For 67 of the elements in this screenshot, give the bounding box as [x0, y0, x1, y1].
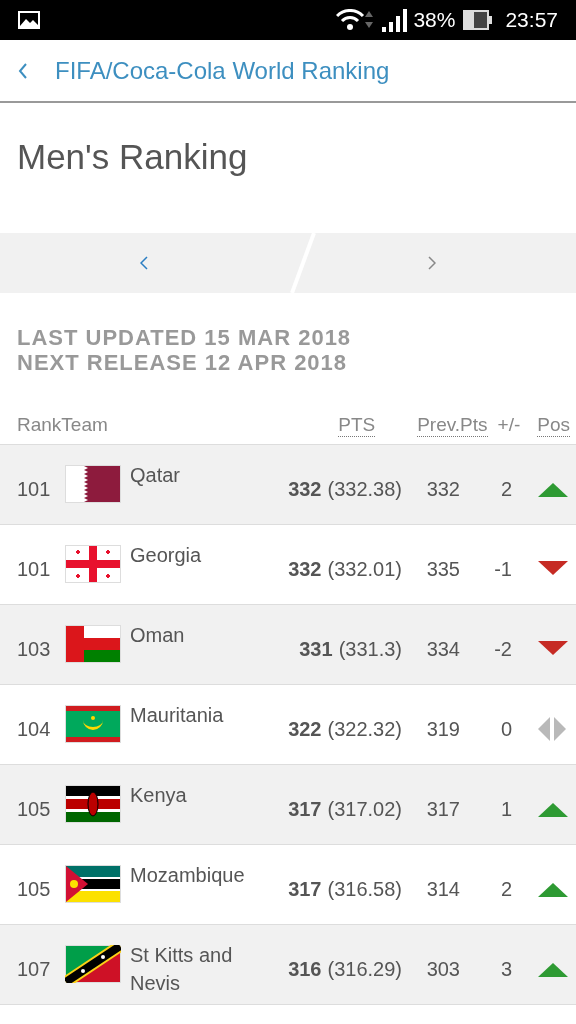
prev-points-cell-text: 319	[425, 716, 460, 742]
header-title: FIFA/Coca-Cola World Ranking	[55, 55, 390, 86]
change-cell-text: -1	[493, 556, 512, 582]
battery-percent: 38%	[413, 7, 456, 34]
next-button[interactable]	[288, 233, 576, 293]
change-cell-text: 0	[499, 716, 512, 742]
points-cell: 317	[288, 877, 322, 900]
rank-cell-text: 104	[17, 716, 52, 742]
clock: 23:57	[505, 7, 558, 34]
points-cell: 332	[288, 557, 322, 580]
exact-points-cell: (332.01)	[327, 557, 402, 580]
exact-points-cell: (316.29)	[327, 957, 402, 980]
column-header[interactable]: PTS	[338, 414, 376, 437]
rank-cell-text: 101	[17, 476, 52, 502]
column-header: +/-	[497, 413, 521, 438]
update-info: NEXT RELEASE 12 APR 2018	[17, 350, 349, 375]
wifi-icon	[336, 9, 375, 31]
back-icon[interactable]	[18, 61, 28, 80]
change-cell-text: 3	[499, 956, 512, 982]
prev-points-cell-text: 317	[425, 796, 460, 822]
exact-points-cell: (317.02)	[327, 797, 402, 820]
exact-points-cell: (316.58)	[327, 877, 402, 900]
image-icon	[18, 11, 40, 29]
team-name: Georgia	[130, 543, 202, 568]
battery-icon	[463, 10, 494, 30]
previous-button[interactable]	[0, 233, 288, 293]
rank-cell-text: 101	[17, 556, 52, 582]
team-name: Mauritania	[130, 703, 224, 728]
points-cell: 322	[288, 717, 322, 740]
points-cell: 317	[288, 797, 322, 820]
team-name: Kenya	[130, 783, 187, 808]
column-header: RankTeam	[17, 413, 108, 438]
update-info: LAST UPDATED 15 MAR 2018	[17, 325, 353, 350]
prev-points-cell-text: 332	[425, 476, 460, 502]
page-title: Men's Ranking	[17, 136, 249, 178]
points-cell: 332	[288, 477, 322, 500]
exact-points-cell: (322.32)	[327, 717, 402, 740]
flag-icon	[65, 465, 121, 503]
team-name: Mozambique	[130, 863, 245, 888]
change-cell-text: -2	[493, 636, 512, 662]
team-name: St Kitts and Nevis	[130, 943, 234, 996]
change-cell-text: 1	[499, 796, 512, 822]
flag-icon	[65, 945, 121, 983]
points-cell: 316	[288, 957, 322, 980]
prev-points-cell-text: 303	[425, 956, 460, 982]
rank-cell-text: 105	[17, 876, 52, 902]
prev-points-cell-text: 334	[425, 636, 460, 662]
team-name: Oman	[130, 623, 185, 648]
flag-icon	[65, 865, 121, 903]
column-header[interactable]: Pos	[537, 414, 570, 437]
rank-cell-text: 107	[17, 956, 52, 982]
team-name: Qatar	[130, 463, 181, 488]
exact-points-cell: (331.3)	[338, 637, 402, 660]
prev-points-cell-text: 335	[425, 556, 460, 582]
signal-icon	[382, 8, 409, 32]
rank-cell-text: 105	[17, 796, 52, 822]
flag-icon	[65, 625, 121, 663]
column-header[interactable]: Prev.Pts	[417, 414, 488, 437]
exact-points-cell: (332.38)	[327, 477, 402, 500]
flag-icon	[65, 545, 121, 583]
points-cell: 331	[299, 637, 333, 660]
flag-icon	[65, 785, 121, 823]
prev-points-cell-text: 314	[425, 876, 460, 902]
change-cell-text: 2	[499, 876, 512, 902]
change-cell-text: 2	[499, 476, 512, 502]
rank-cell-text: 103	[17, 636, 52, 662]
flag-icon	[65, 705, 121, 743]
